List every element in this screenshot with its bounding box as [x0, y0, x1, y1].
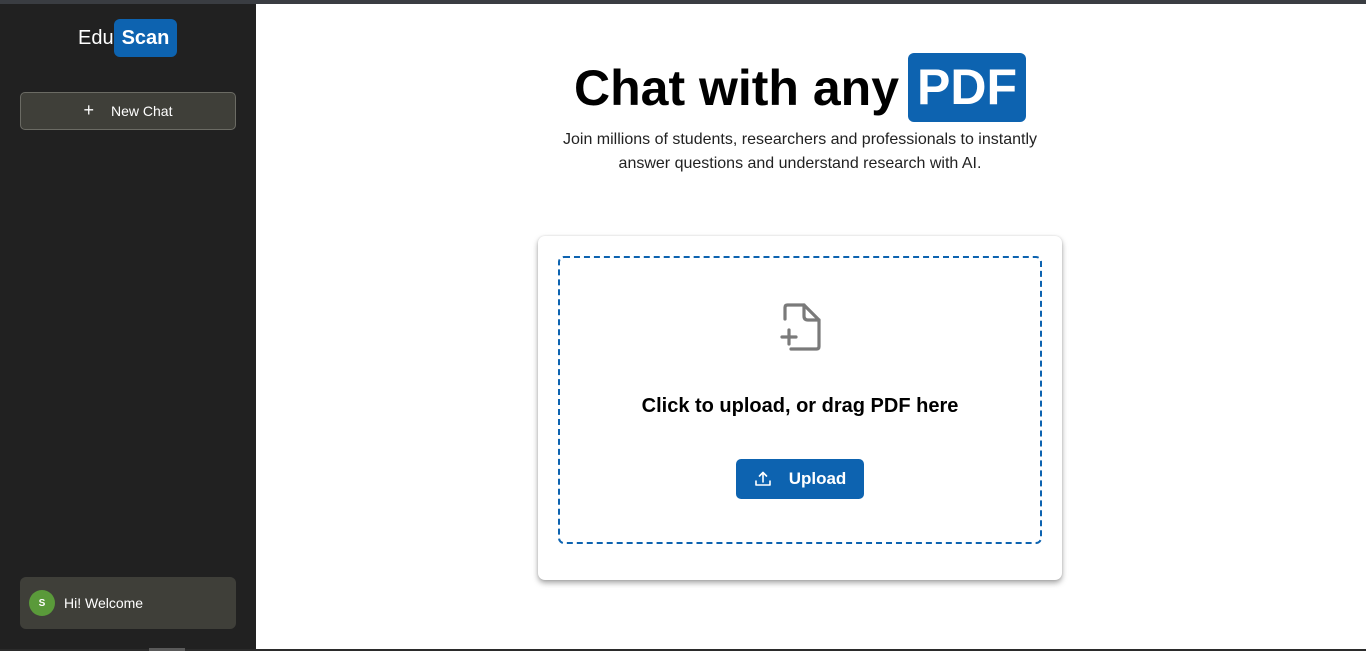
user-greeting: Hi! Welcome [64, 595, 144, 611]
subtitle-line-2: answer questions and understand research… [618, 155, 982, 172]
upload-button-label: Upload [788, 469, 847, 488]
file-plus-icon [780, 303, 821, 351]
upload-icon [754, 471, 771, 486]
upload-button[interactable]: Upload [736, 459, 864, 499]
main-content: Chat with any PDF Join millions of stude… [256, 4, 1366, 649]
logo-prefix: Edu [78, 26, 114, 49]
user-profile-card[interactable]: S Hi! Welcome [20, 577, 236, 629]
page-title-text: Chat with any [573, 59, 900, 116]
upload-prompt: Click to upload, or drag PDF here [641, 395, 959, 417]
logo-highlight: Scan [113, 19, 178, 57]
new-chat-button[interactable]: + New Chat [20, 92, 236, 130]
page-title: Chat with any PDF [256, 53, 1344, 122]
pdf-dropzone[interactable]: Click to upload, or drag PDF here Upload [558, 256, 1042, 544]
subtitle-line-1: Join millions of students, researchers a… [562, 131, 1037, 148]
sidebar: Edu Scan + New Chat S Hi! Welcome [0, 4, 256, 649]
page-subtitle: Join millions of students, researchers a… [256, 128, 1344, 176]
page-title-highlight: PDF [908, 53, 1027, 122]
upload-card: Click to upload, or drag PDF here Upload [538, 236, 1062, 580]
avatar: S [29, 590, 55, 616]
plus-icon: + [83, 100, 95, 120]
app-logo[interactable]: Edu Scan [78, 19, 178, 57]
new-chat-label: New Chat [111, 103, 173, 119]
